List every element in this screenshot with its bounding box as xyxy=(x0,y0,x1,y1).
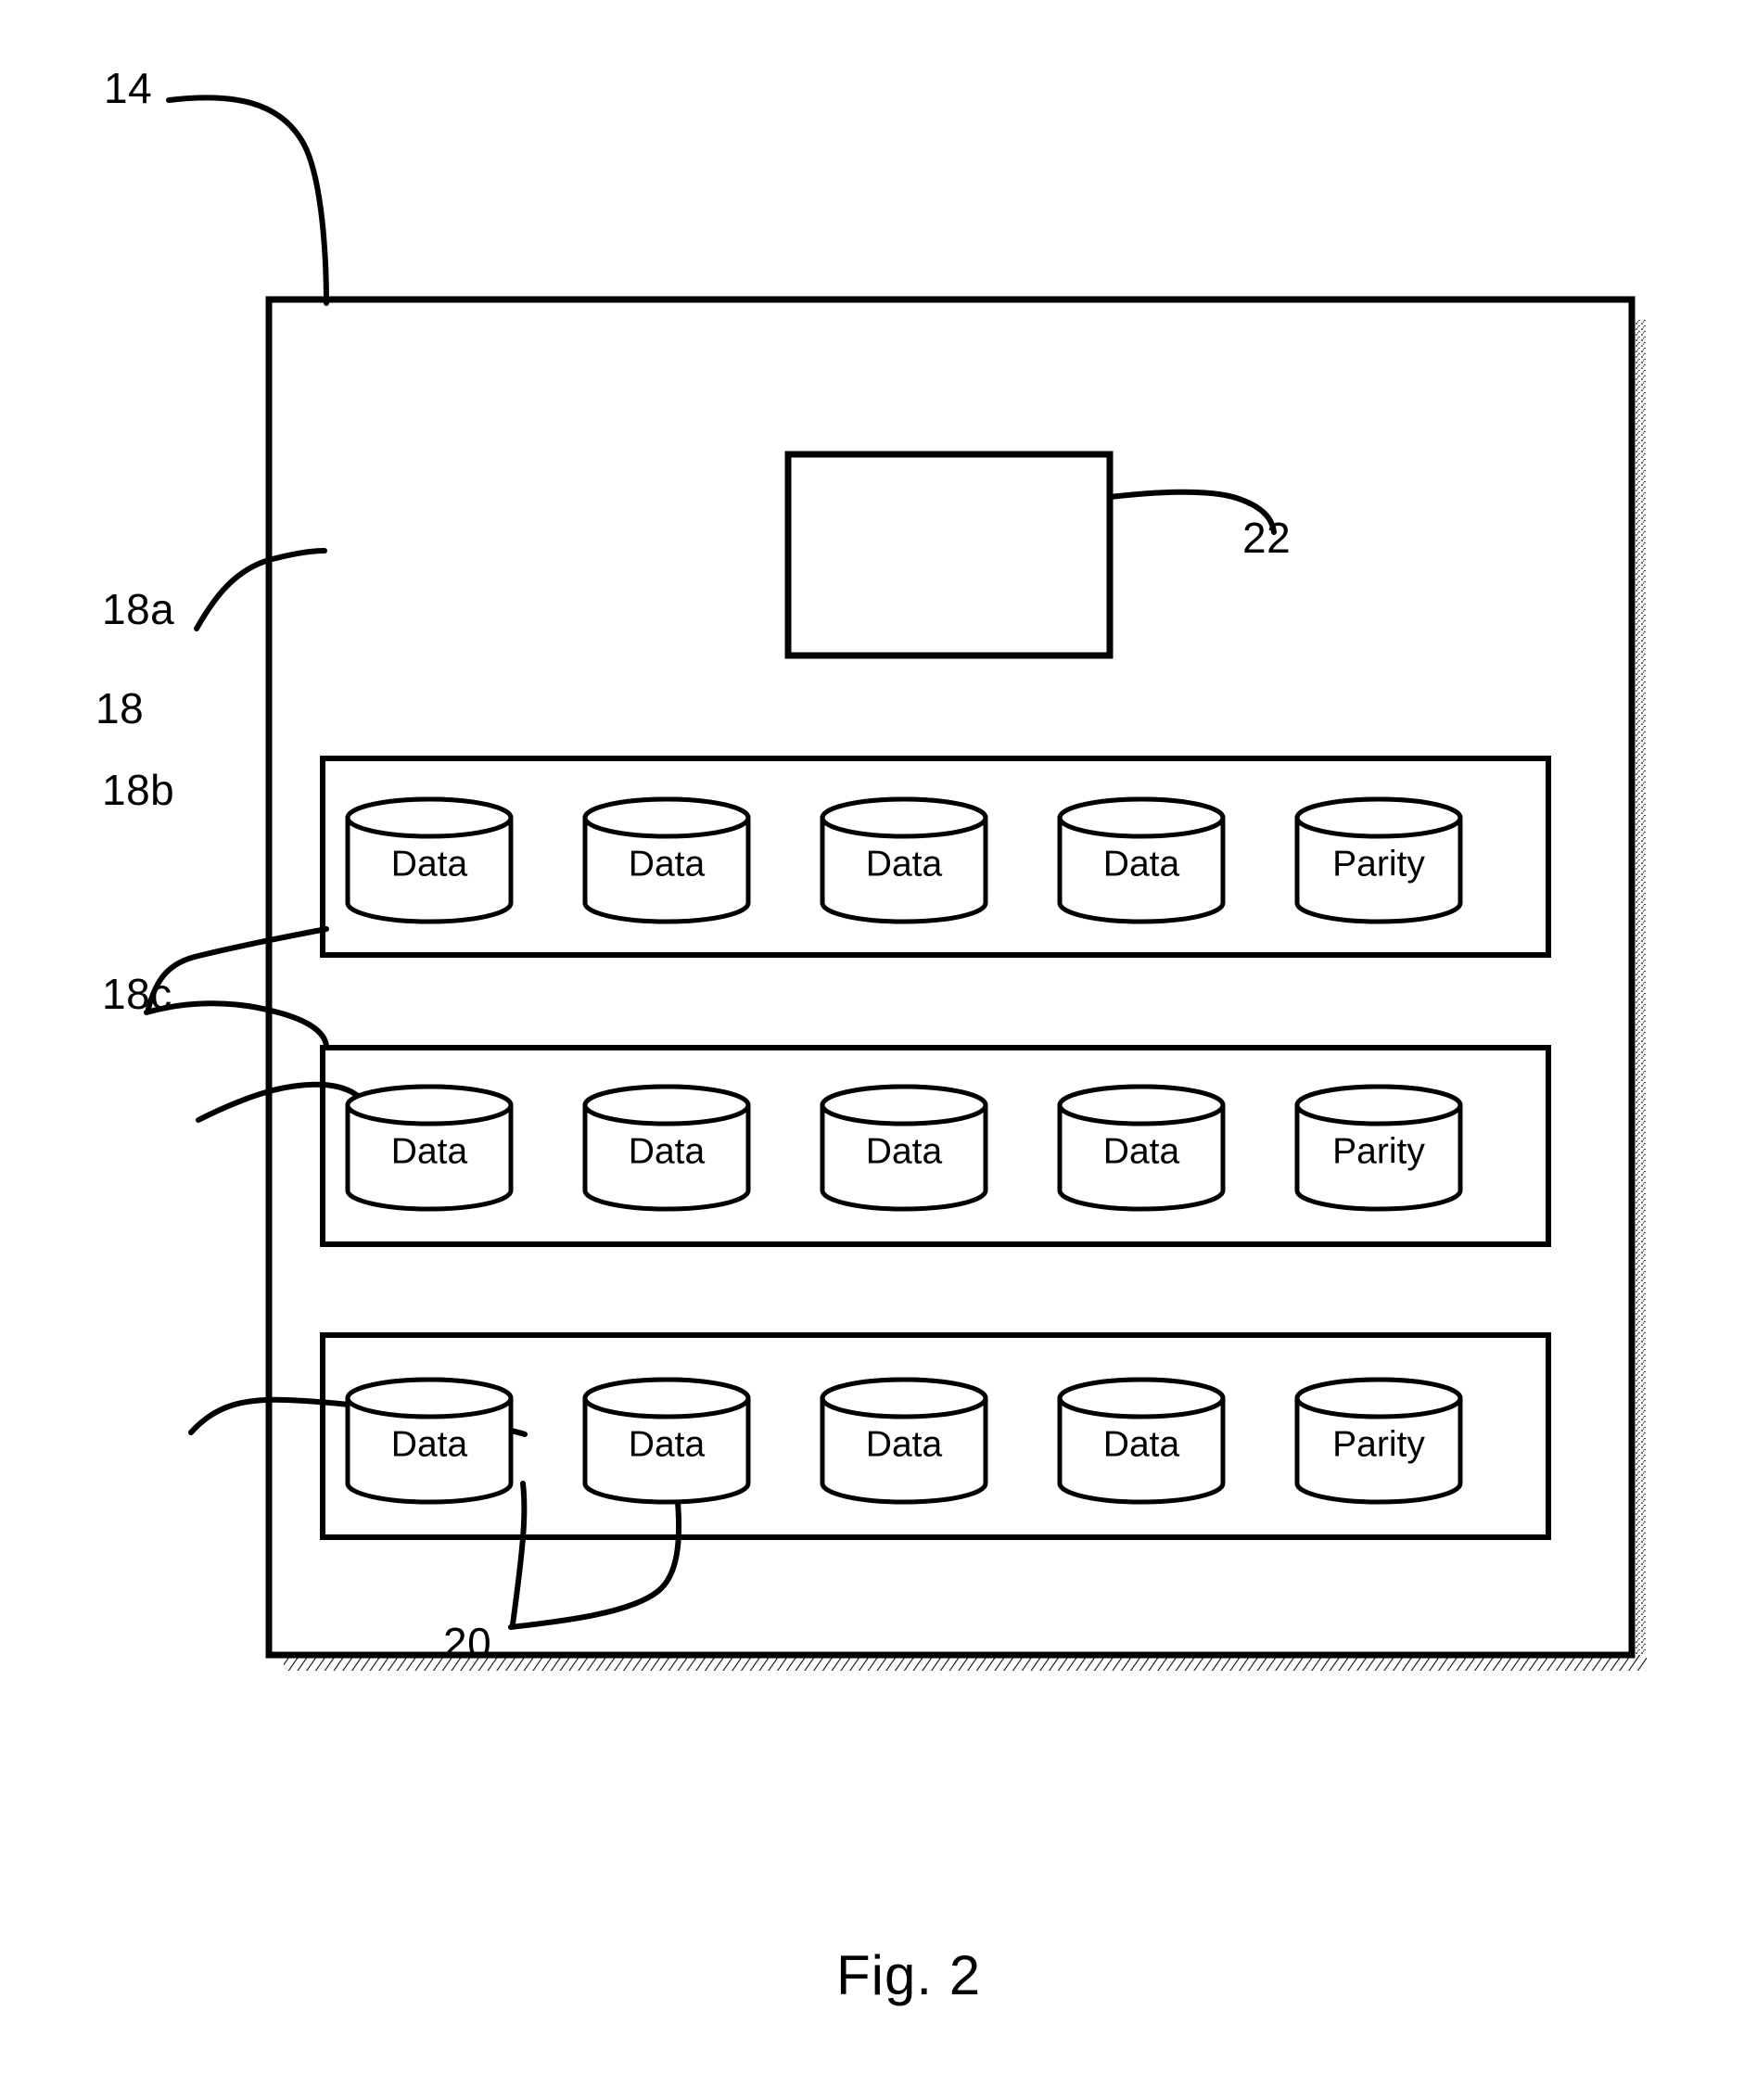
disk-label: Parity xyxy=(1332,844,1425,884)
disk-label: Data xyxy=(391,844,468,884)
disk-drive: Data xyxy=(345,796,514,924)
disk-drive: Parity xyxy=(1294,1377,1463,1505)
disk-label: Data xyxy=(866,844,943,884)
disk-drive: Data xyxy=(582,1377,751,1505)
ref-label-18: 18 xyxy=(95,684,145,732)
disk-drive: Data xyxy=(1057,1377,1226,1505)
disk-label: Data xyxy=(1103,1424,1180,1464)
disk-top-ellipse xyxy=(345,1377,514,1419)
disk-top-ellipse xyxy=(582,1377,751,1419)
disk-top-ellipse xyxy=(1294,1377,1463,1419)
disk-drive: Data xyxy=(820,1084,988,1212)
patent-figure: Data Data Data Data Parity Data Data Data Data Pa… xyxy=(0,0,1744,2100)
leader-line-14 xyxy=(166,95,329,306)
disk-label: Parity xyxy=(1332,1131,1425,1171)
figure-caption: Fig. 2 xyxy=(836,1944,982,2006)
ref-label-18c: 18c xyxy=(102,970,172,1018)
ref-label-18a: 18a xyxy=(102,585,175,633)
disk-label: Data xyxy=(866,1131,943,1171)
disk-drive: Data xyxy=(345,1084,514,1212)
disk-top-ellipse xyxy=(582,796,751,839)
disk-drive: Data xyxy=(345,1377,514,1505)
disk-top-ellipse xyxy=(1057,1084,1226,1126)
figure-canvas: Data Data Data Data Parity Data Data Data Data Pa… xyxy=(144,95,1647,1671)
disk-label: Data xyxy=(629,1424,706,1464)
disk-top-ellipse xyxy=(1057,1377,1226,1419)
disk-drive: Data xyxy=(820,1377,988,1505)
disk-label: Data xyxy=(1103,1131,1180,1171)
disk-top-ellipse xyxy=(820,1377,988,1419)
disk-label: Data xyxy=(391,1131,468,1171)
disk-label: Parity xyxy=(1332,1424,1425,1464)
disk-drive: Data xyxy=(1057,796,1226,924)
disk-top-ellipse xyxy=(345,796,514,839)
disk-top-ellipse xyxy=(820,1084,988,1126)
disk-label: Data xyxy=(1103,844,1180,884)
disk-drive: Data xyxy=(820,796,988,924)
disk-top-ellipse xyxy=(1294,1084,1463,1126)
ref-label-18b: 18b xyxy=(102,766,175,814)
disk-label: Data xyxy=(629,844,706,884)
disk-label: Data xyxy=(866,1424,943,1464)
disk-drive: Data xyxy=(1057,1084,1226,1212)
disk-top-ellipse xyxy=(582,1084,751,1126)
controller-module xyxy=(784,451,1114,659)
disk-top-ellipse xyxy=(345,1084,514,1126)
ref-label-14: 14 xyxy=(104,64,153,112)
disk-drive: Data xyxy=(582,796,751,924)
disk-top-ellipse xyxy=(820,796,988,839)
disk-drive: Parity xyxy=(1294,1084,1463,1212)
disk-label: Data xyxy=(391,1424,468,1464)
disk-label: Data xyxy=(629,1131,706,1171)
disk-top-ellipse xyxy=(1057,796,1226,839)
ref-label-22: 22 xyxy=(1242,514,1292,562)
disk-drive: Parity xyxy=(1294,796,1463,924)
ref-label-20: 20 xyxy=(443,1619,492,1667)
disk-top-ellipse xyxy=(1294,796,1463,839)
disk-drive: Data xyxy=(582,1084,751,1212)
